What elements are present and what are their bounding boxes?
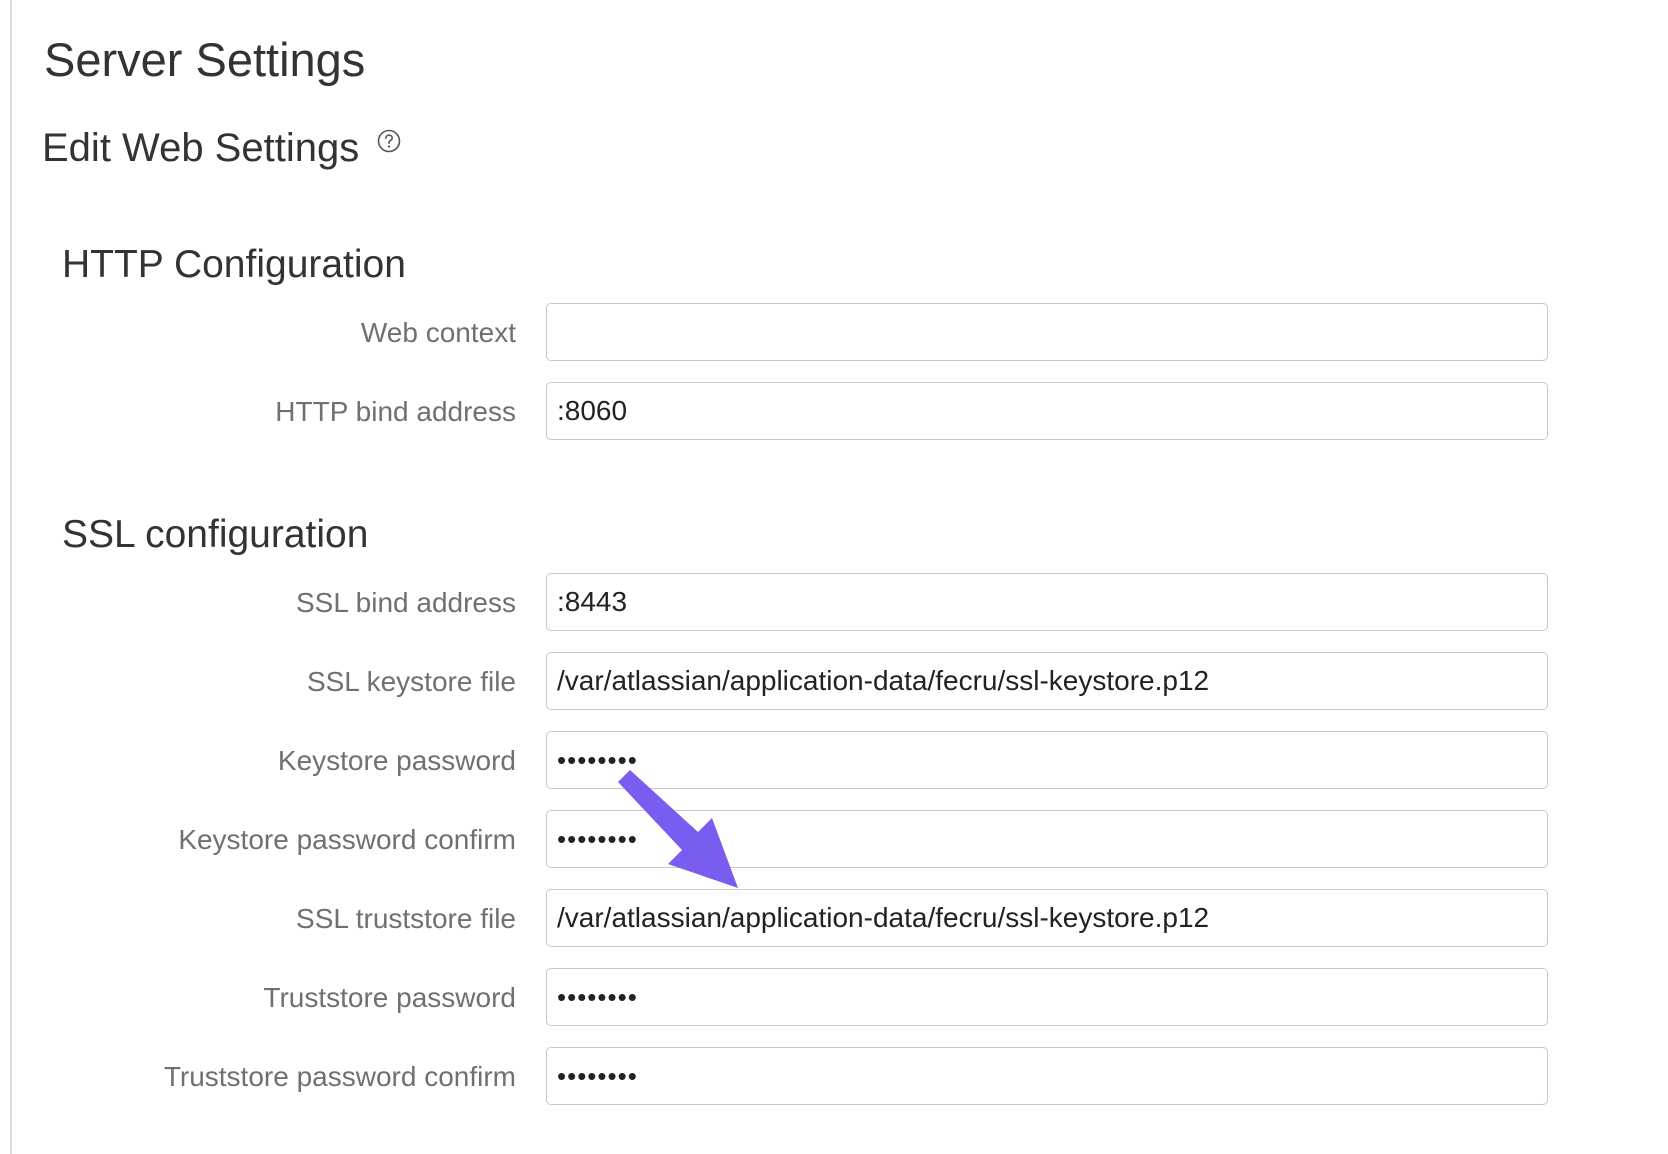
http-bind-address-label: HTTP bind address: [275, 396, 516, 427]
truststore-password-input[interactable]: [546, 968, 1548, 1026]
page-title: Server Settings: [44, 33, 366, 86]
ssl-bind-address-input[interactable]: [546, 573, 1548, 631]
keystore-password-row: Keystore password: [0, 731, 1560, 791]
truststore-password-confirm-row: Truststore password confirm: [0, 1047, 1560, 1107]
truststore-password-confirm-label: Truststore password confirm: [163, 1061, 516, 1092]
edit-web-settings-heading: Edit Web Settings: [42, 126, 360, 170]
http-bind-address-row: HTTP bind address: [0, 382, 1560, 442]
ssl-keystore-file-input[interactable]: [546, 652, 1548, 710]
keystore-password-confirm-row: Keystore password confirm: [0, 810, 1560, 870]
web-context-input[interactable]: [546, 303, 1548, 361]
http-configuration-heading: HTTP Configuration: [62, 243, 406, 286]
truststore-password-row: Truststore password: [0, 968, 1560, 1028]
ssl-bind-address-label: SSL bind address: [296, 587, 516, 618]
web-context-row: Web context: [0, 303, 1560, 363]
keystore-password-confirm-label: Keystore password confirm: [178, 824, 516, 855]
ssl-keystore-file-label: SSL keystore file: [306, 666, 516, 697]
ssl-configuration-heading: SSL configuration: [62, 513, 369, 556]
truststore-password-label: Truststore password: [263, 982, 516, 1013]
ssl-truststore-file-label: SSL truststore file: [296, 903, 516, 934]
web-context-label: Web context: [360, 317, 516, 348]
http-bind-address-input[interactable]: [546, 382, 1548, 440]
server-settings-page: Server Settings Edit Web Settings HTTP C…: [0, 0, 1668, 1154]
help-circle-icon[interactable]: [377, 129, 401, 153]
truststore-password-confirm-input[interactable]: [546, 1047, 1548, 1105]
keystore-password-confirm-input[interactable]: [546, 810, 1548, 868]
ssl-truststore-file-row: SSL truststore file: [0, 889, 1560, 949]
ssl-bind-address-row: SSL bind address: [0, 573, 1560, 633]
keystore-password-label: Keystore password: [277, 745, 516, 776]
keystore-password-input[interactable]: [546, 731, 1548, 789]
ssl-truststore-file-input[interactable]: [546, 889, 1548, 947]
ssl-keystore-file-row: SSL keystore file: [0, 652, 1560, 712]
